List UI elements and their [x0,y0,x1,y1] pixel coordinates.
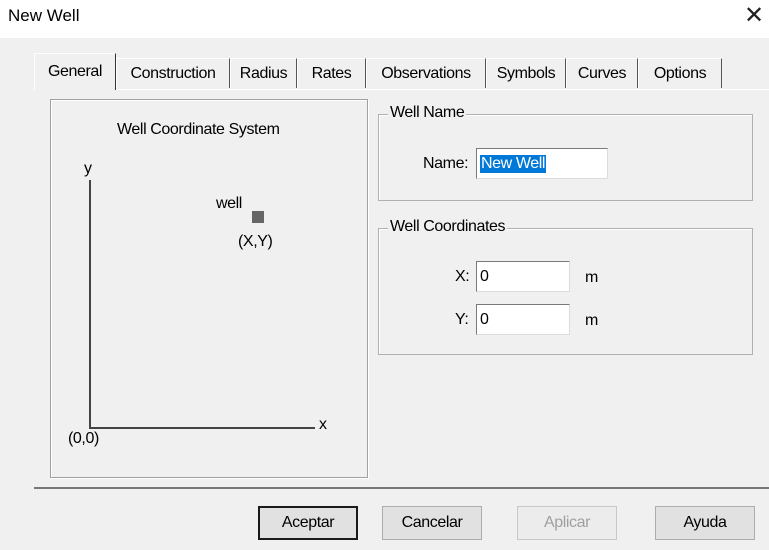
apply-button[interactable]: Aplicar [517,506,617,540]
well-name-group-label: Well Name [388,104,467,122]
tab-strip: General Construction Radius Rates Observ… [34,53,769,90]
y-axis [89,180,91,429]
origin-label: (0,0) [68,430,99,447]
well-coordinate-label: (X,Y) [238,233,273,250]
y-coordinate-input[interactable]: 0 [476,304,570,335]
tab-symbols[interactable]: Symbols [486,58,566,88]
tab-rates[interactable]: Rates [297,58,366,88]
window-title: New Well [8,6,80,25]
title-bar: New Well ✕ [0,0,769,38]
y-coordinate-label: Y: [455,311,469,328]
tab-construction[interactable]: Construction [116,58,230,88]
tab-options[interactable]: Options [638,58,722,88]
cancel-button[interactable]: Cancelar [382,506,482,540]
help-button[interactable]: Ayuda [655,506,755,540]
y-unit-label: m [585,312,598,329]
diagram-title: Well Coordinate System [117,121,280,138]
close-icon[interactable]: ✕ [744,4,764,28]
well-label: well [216,195,242,212]
x-coordinate-input[interactable]: 0 [476,261,570,292]
x-coordinate-value: 0 [480,267,489,285]
y-axis-label: y [84,160,92,177]
y-coordinate-value: 0 [480,310,489,328]
well-marker-icon [252,211,264,223]
x-unit-label: m [585,269,598,286]
tab-radius[interactable]: Radius [230,58,297,88]
well-name-value: New Well [480,154,547,173]
well-name-input[interactable]: New Well [476,148,608,179]
tab-general[interactable]: General [34,53,116,90]
x-coordinate-label: X: [455,268,470,285]
tab-curves[interactable]: Curves [566,58,638,88]
x-axis-label: x [319,416,327,433]
tab-observations[interactable]: Observations [366,58,486,88]
ok-button[interactable]: Aceptar [258,506,358,540]
well-coordinates-group-label: Well Coordinates [388,218,508,236]
name-label: Name: [423,155,469,172]
x-axis [89,427,315,429]
